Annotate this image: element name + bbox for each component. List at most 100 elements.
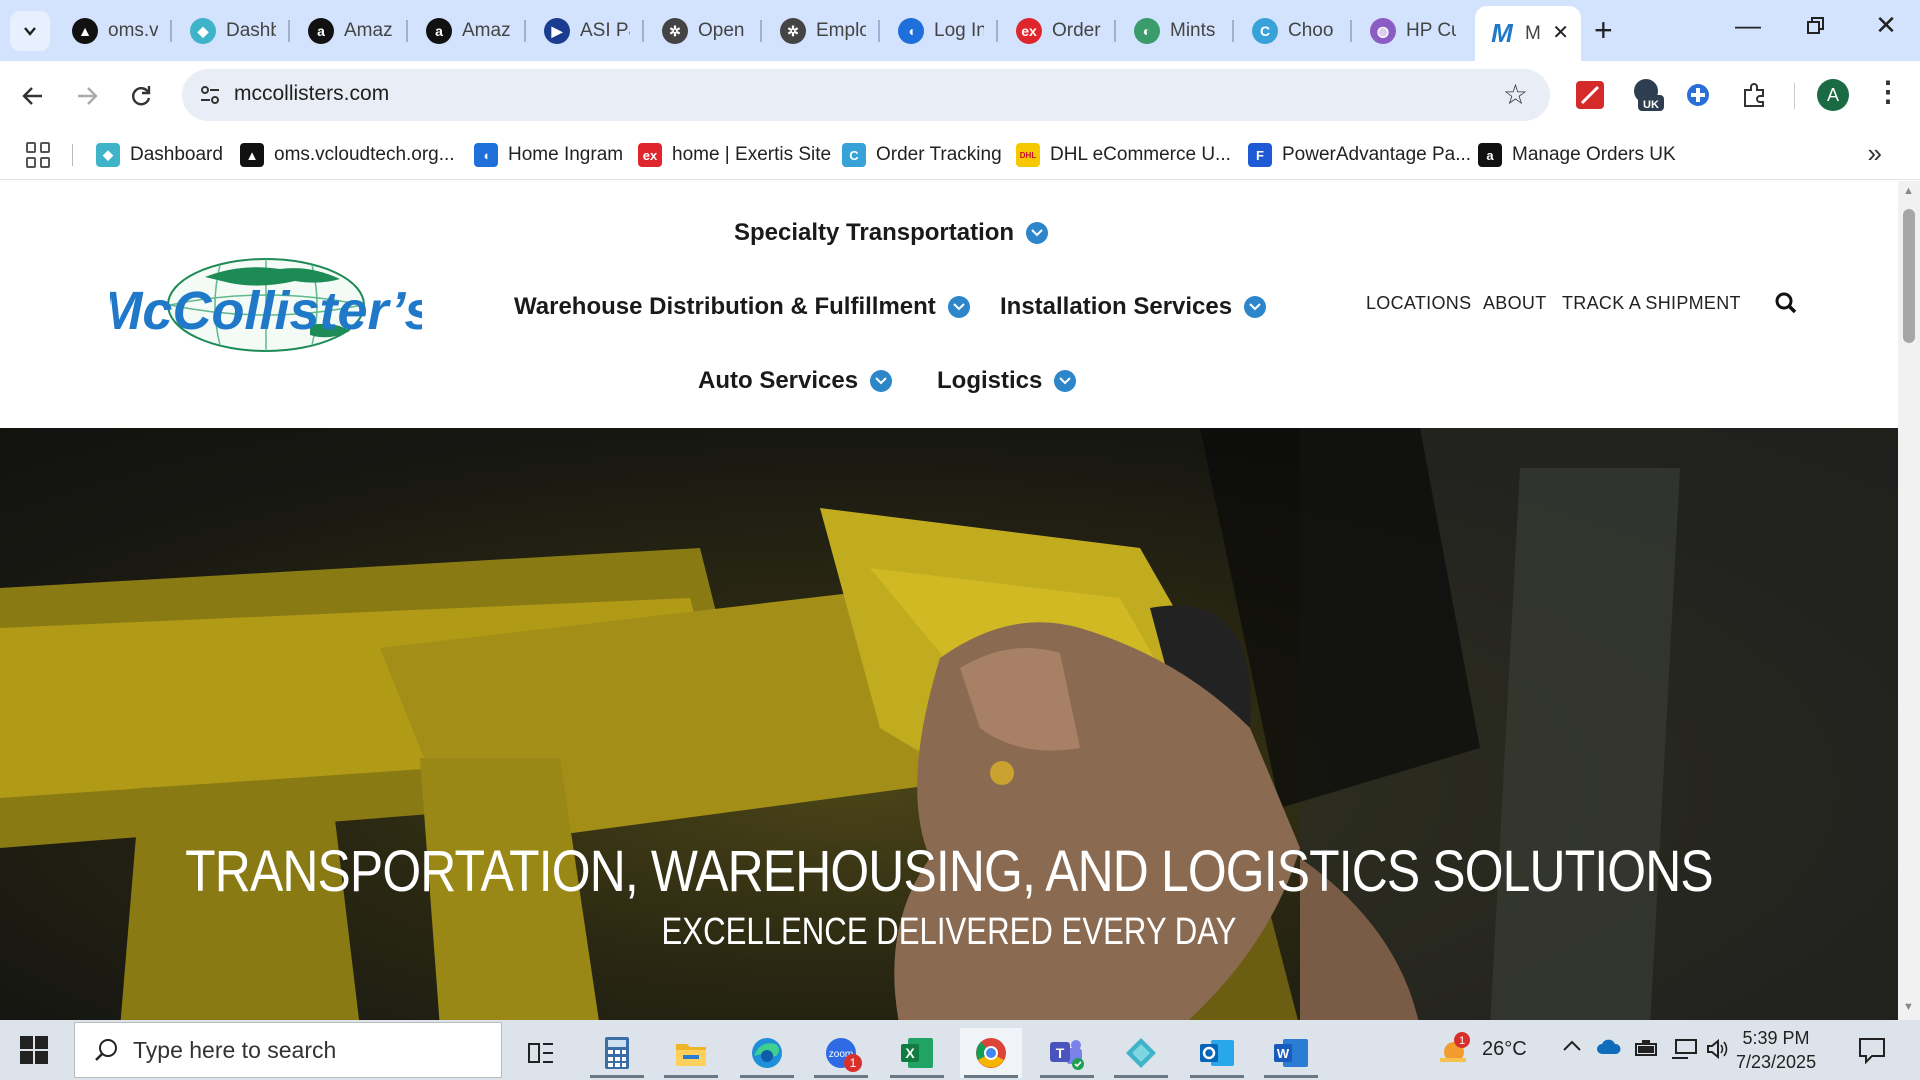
bookmark-item[interactable]: DHL DHL eCommerce U...: [1016, 140, 1231, 170]
tab-title: Choo: [1288, 20, 1334, 41]
calculator-app-icon[interactable]: [586, 1028, 648, 1078]
address-bar[interactable]: mccollisters.com ☆: [182, 69, 1550, 121]
uk-extension-icon[interactable]: UK: [1630, 77, 1666, 113]
menu-auto-services[interactable]: Auto Services: [698, 367, 893, 395]
extensions-puzzle-icon[interactable]: [1736, 77, 1772, 113]
dashboard-app-icon[interactable]: [1110, 1028, 1172, 1078]
menu-warehouse-distribution[interactable]: Warehouse Distribution & Fulfillment: [514, 293, 970, 321]
tab-active[interactable]: M M ✕: [1475, 6, 1581, 61]
back-button[interactable]: [14, 77, 52, 115]
profile-avatar[interactable]: A: [1817, 79, 1849, 111]
outlook-app-icon[interactable]: [1186, 1028, 1248, 1078]
restore-button[interactable]: [1796, 10, 1836, 43]
tab[interactable]: a Amaz: [412, 11, 522, 51]
tab-favicon-icon: ◖: [898, 18, 924, 44]
menu-label: Warehouse Distribution & Fulfillment: [514, 293, 936, 320]
close-tab-icon[interactable]: ✕: [1552, 20, 1569, 45]
bookmark-favicon-icon: ◆: [96, 143, 120, 167]
svg-text:T: T: [1056, 1045, 1065, 1061]
tab[interactable]: ▶ ASI Pa: [530, 11, 640, 51]
more-bookmarks-icon[interactable]: »: [1868, 138, 1882, 169]
bookmark-item[interactable]: C Order Tracking: [842, 140, 1002, 170]
svg-text:X: X: [905, 1045, 915, 1061]
mccollisters-logo[interactable]: McCollister’s: [97, 255, 435, 355]
tab-search-button[interactable]: [10, 11, 50, 51]
chrome-menu-icon[interactable]: ⋮: [1874, 77, 1902, 107]
tab[interactable]: ✲ Open: [648, 11, 758, 51]
tab-favicon-icon: ex: [1016, 18, 1042, 44]
about-link[interactable]: ABOUT: [1483, 293, 1547, 314]
bookmark-item[interactable]: ex home | Exertis Site: [638, 140, 831, 170]
task-view-icon[interactable]: [510, 1028, 572, 1078]
svg-text:UK: UK: [1643, 99, 1659, 111]
excel-app-icon[interactable]: X: [886, 1028, 948, 1078]
edge-browser-icon[interactable]: [736, 1028, 798, 1078]
apps-grid-icon[interactable]: [26, 142, 52, 168]
locations-link[interactable]: LOCATIONS: [1366, 293, 1471, 314]
chevron-down-icon: [24, 27, 36, 36]
weather-icon[interactable]: 1: [1434, 1030, 1472, 1074]
pdf-extension-icon[interactable]: [1572, 77, 1608, 113]
site-search-icon[interactable]: [1775, 292, 1797, 319]
site-info-icon[interactable]: [196, 81, 224, 109]
system-clock[interactable]: 5:39 PM 7/23/2025: [1736, 1026, 1816, 1074]
page-scrollbar[interactable]: ▲ ▼: [1898, 181, 1920, 1020]
tab-title: Log In: [934, 20, 984, 41]
weather-temperature[interactable]: 26°C: [1482, 1038, 1527, 1061]
bookmark-label: oms.vcloudtech.org...: [274, 144, 455, 165]
bookmark-item[interactable]: ◆ Dashboard: [96, 140, 223, 170]
menu-specialty-transportation[interactable]: Specialty Transportation: [734, 219, 1049, 247]
notifications-icon[interactable]: [1858, 1036, 1886, 1069]
bookmark-item[interactable]: F PowerAdvantage Pa...: [1248, 140, 1471, 170]
reload-button[interactable]: [122, 77, 160, 115]
tab-favicon-icon: a: [426, 18, 452, 44]
teams-app-icon[interactable]: T: [1036, 1028, 1098, 1078]
file-explorer-icon[interactable]: [660, 1028, 722, 1078]
tab[interactable]: C Choo: [1238, 11, 1348, 51]
tab-favicon-icon: ▲: [72, 18, 98, 44]
menu-logistics[interactable]: Logistics: [937, 367, 1077, 395]
scrollbar-thumb[interactable]: [1903, 209, 1915, 343]
bookmark-item[interactable]: ▲ oms.vcloudtech.org...: [240, 140, 455, 170]
tab[interactable]: ◐ Mints: [1120, 11, 1230, 51]
chrome-app-icon[interactable]: [960, 1028, 1022, 1078]
show-hidden-icons-icon[interactable]: [1562, 1036, 1582, 1062]
zoom-app-icon[interactable]: zoom 1: [810, 1028, 872, 1078]
scroll-up-icon[interactable]: ▲: [1903, 185, 1914, 197]
network-icon[interactable]: [1670, 1038, 1698, 1066]
tab-title: Mints: [1170, 20, 1216, 41]
taskbar-search-box[interactable]: Type here to search: [74, 1022, 502, 1078]
shield-extension-icon[interactable]: [1680, 77, 1716, 113]
tab[interactable]: ✲ Emplo: [766, 11, 876, 51]
tab[interactable]: a Amaz: [294, 11, 404, 51]
word-app-icon[interactable]: W: [1260, 1028, 1322, 1078]
forward-button[interactable]: [68, 77, 106, 115]
volume-icon[interactable]: [1706, 1038, 1730, 1066]
clock-time: 5:39 PM: [1742, 1028, 1810, 1048]
tab-separator: [642, 20, 644, 42]
tab[interactable]: ◆ Dashb: [176, 11, 286, 51]
tab[interactable]: ex Order: [1002, 11, 1112, 51]
close-window-button[interactable]: ✕: [1866, 10, 1906, 41]
bookmark-star-icon[interactable]: ☆: [1503, 78, 1528, 111]
bookmark-favicon-icon: DHL: [1016, 143, 1040, 167]
menu-installation-services[interactable]: Installation Services: [1000, 293, 1267, 321]
url-text: mccollisters.com: [234, 82, 390, 105]
windows-start-button[interactable]: [20, 1036, 48, 1064]
tab[interactable]: ▲ oms.v: [58, 11, 168, 51]
tab[interactable]: ◖ Log In: [884, 11, 994, 51]
new-tab-button[interactable]: +: [1594, 12, 1613, 48]
tab-separator: [878, 20, 880, 42]
minimize-button[interactable]: —: [1728, 10, 1768, 41]
track-shipment-link[interactable]: TRACK A SHIPMENT: [1562, 293, 1741, 314]
bookmark-label: PowerAdvantage Pa...: [1282, 144, 1472, 165]
onedrive-icon[interactable]: [1596, 1038, 1622, 1062]
bookmark-favicon-icon: a: [1478, 143, 1502, 167]
bookmark-label: Dashboard: [130, 144, 223, 165]
menu-label: Auto Services: [698, 367, 859, 394]
battery-icon[interactable]: [1634, 1038, 1660, 1064]
tab[interactable]: ◍ HP Cu: [1356, 11, 1466, 51]
bookmark-item[interactable]: ◖ Home Ingram: [474, 140, 623, 170]
bookmark-item[interactable]: a Manage Orders UK: [1478, 140, 1676, 170]
scroll-down-icon[interactable]: ▼: [1903, 1001, 1914, 1013]
